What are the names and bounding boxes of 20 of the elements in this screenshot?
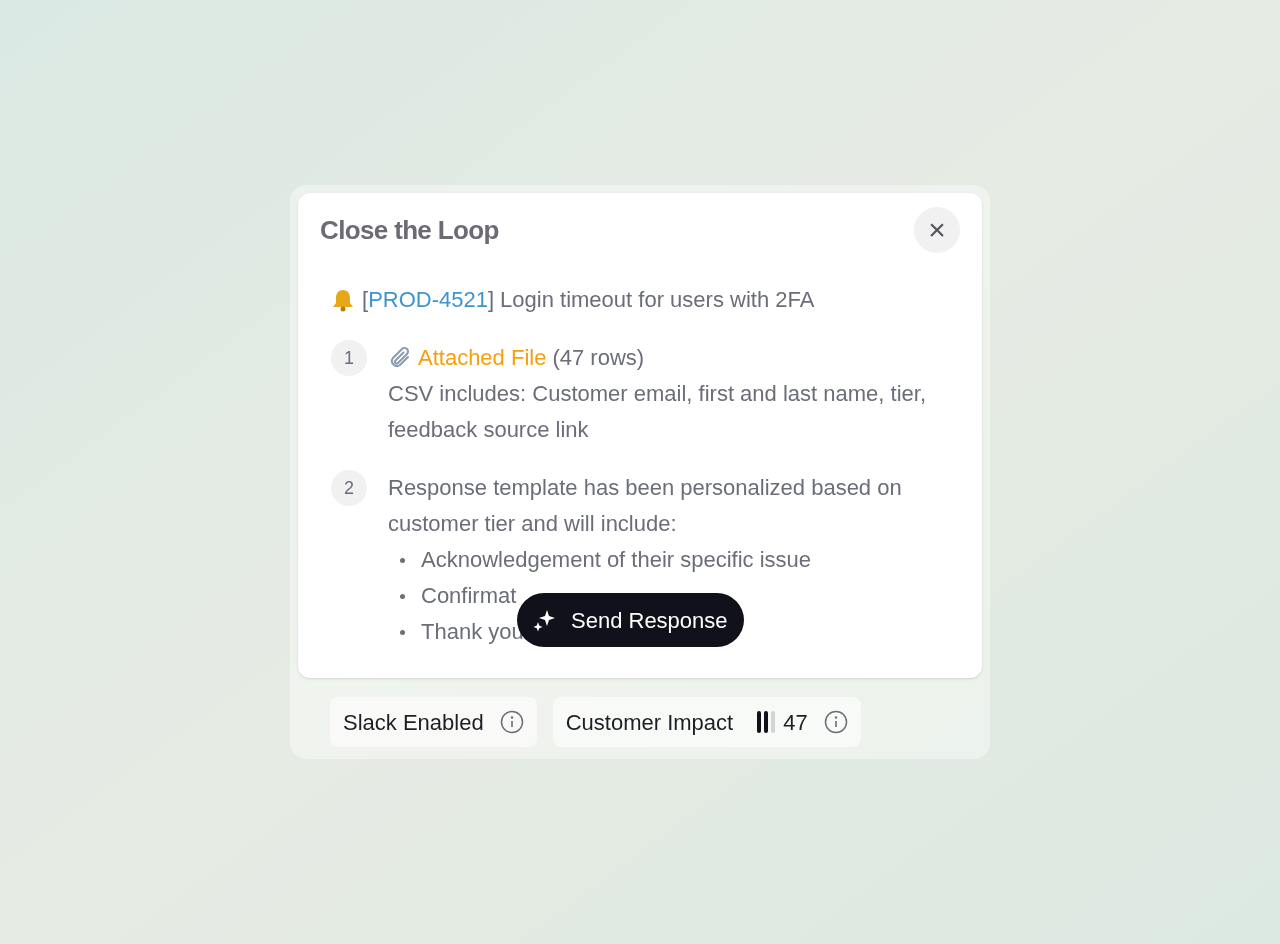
info-icon[interactable] <box>823 710 848 734</box>
bracket: ] <box>487 286 495 314</box>
step-number: 1 <box>331 340 367 376</box>
impact-value: 47 <box>783 708 808 737</box>
bullet-text: Confirmat <box>421 582 517 610</box>
row-count: (47 rows) <box>552 344 645 372</box>
bullet-text: Acknowledgement of their specific issue <box>421 546 812 574</box>
step-number: 2 <box>331 470 367 506</box>
step-description: Response template has been personalized based on customer tier and will include: <box>388 474 903 538</box>
ticket-title: Login timeout for users with 2FA <box>500 286 815 314</box>
paperclip-icon <box>388 346 412 370</box>
dialog-title: Close the Loop <box>320 213 499 247</box>
bracket: [ <box>362 286 369 314</box>
bell-icon <box>330 287 356 312</box>
sparkle-icon <box>533 608 557 632</box>
chip-label: Customer Impact <box>565 708 734 737</box>
chip-label: Slack Enabled <box>343 708 484 737</box>
close-button[interactable]: × <box>914 207 960 253</box>
step-description: CSV includes: Customer email, first and last name, tier, feedback source link <box>388 380 927 444</box>
info-icon[interactable] <box>499 710 524 734</box>
